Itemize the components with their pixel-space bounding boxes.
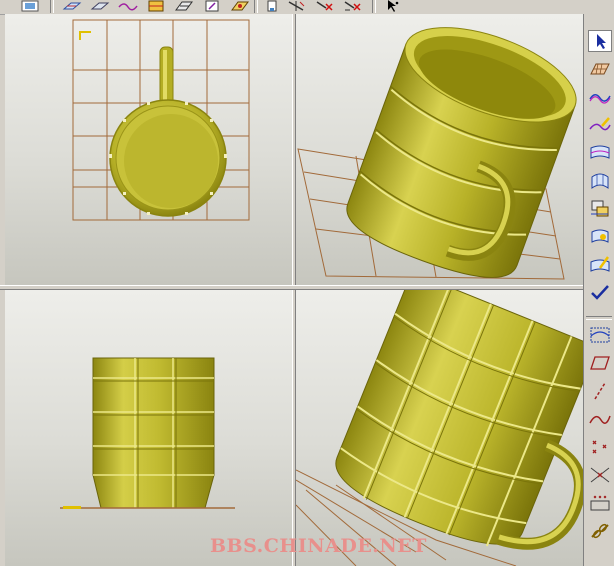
toolbar-separator [254, 0, 258, 13]
axis-indicator-icon [79, 31, 91, 40]
front-view-model [60, 357, 235, 509]
point-icon[interactable] [230, 0, 250, 12]
loft-surface-icon[interactable] [588, 170, 612, 192]
toolbar-separator [586, 316, 612, 320]
top-view-model [72, 19, 250, 221]
chain-icon[interactable] [588, 520, 612, 542]
delete-all-icon[interactable] [342, 0, 362, 12]
watermark-text: BBS.CHINADE.NET [210, 535, 427, 557]
curve-icon[interactable] [90, 0, 110, 12]
curve-edit-icon[interactable] [588, 114, 612, 136]
top-toolbar [0, 0, 614, 15]
parallelogram-icon[interactable] [588, 352, 612, 374]
toolbar-separator [372, 0, 376, 13]
toolbar-separator [50, 0, 54, 13]
trim-icon[interactable] [262, 0, 282, 12]
select-cursor-icon[interactable] [382, 0, 402, 12]
view-settings-icon[interactable] [20, 0, 40, 12]
surface-edit-icon[interactable] [202, 0, 222, 12]
spline-icon[interactable] [588, 408, 612, 430]
isometric-view-upper-viewport[interactable] [296, 14, 583, 285]
surface-offset-icon[interactable] [588, 226, 612, 248]
curve-wave-icon[interactable] [588, 86, 612, 108]
isometric-mug-upper [297, 27, 577, 280]
surface-icon[interactable] [588, 142, 612, 164]
front-view-viewport[interactable] [5, 290, 292, 566]
sketch-icon[interactable] [174, 0, 194, 12]
top-view-viewport[interactable] [5, 14, 292, 285]
wireframe-surface-icon[interactable] [62, 0, 82, 12]
points-icon[interactable] [588, 436, 612, 458]
surface-edit-icon[interactable] [588, 254, 612, 276]
shaded-surface-icon[interactable] [118, 0, 138, 12]
sweep-surface-icon[interactable] [146, 0, 166, 12]
confirm-check-icon[interactable] [588, 282, 612, 304]
select-arrow-icon[interactable] [588, 30, 612, 52]
surface-copy-icon[interactable] [588, 198, 612, 220]
right-toolbar [583, 14, 614, 566]
isometric-mug-lower [296, 290, 583, 566]
delete-icon[interactable] [286, 0, 306, 12]
isometric-view-lower-viewport[interactable] [296, 290, 583, 566]
point-array-icon[interactable] [588, 492, 612, 514]
viewport-horizontal-splitter[interactable] [0, 285, 583, 290]
delete-all-icon[interactable] [314, 0, 334, 12]
plane-icon[interactable] [588, 58, 612, 80]
curve-on-surface-icon[interactable] [588, 324, 612, 346]
intersection-points-icon[interactable] [588, 464, 612, 486]
viewport-vertical-splitter[interactable] [292, 14, 296, 566]
line-icon[interactable] [588, 380, 612, 402]
